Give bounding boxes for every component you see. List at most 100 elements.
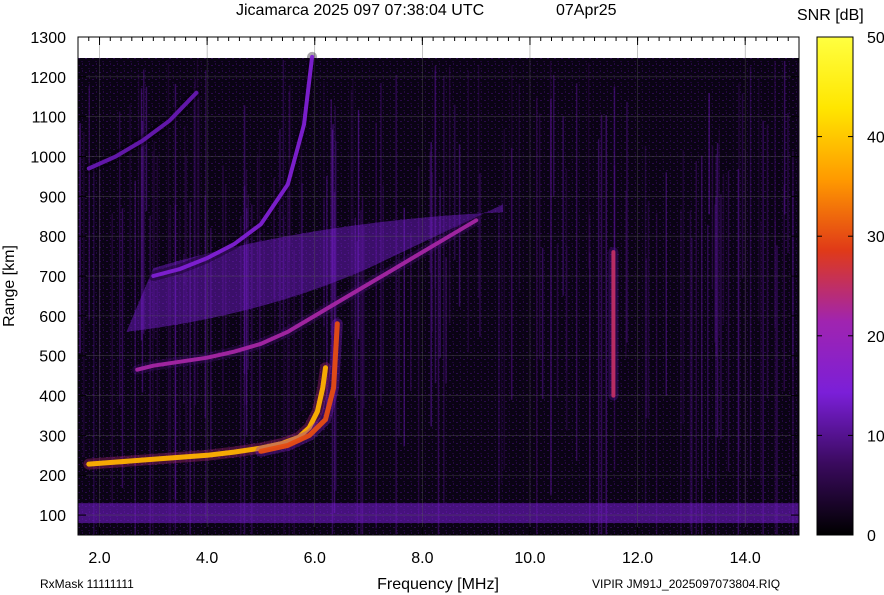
noise-column (689, 210, 692, 530)
y-tick-label: 800 (39, 229, 66, 246)
noise-column (375, 122, 377, 529)
noise-column (718, 128, 720, 336)
colorbar-tick-label: 50 (867, 30, 884, 47)
noise-column (707, 224, 709, 479)
ionogram-figure: Jicamarca 2025 097 07:38:04 UTC 07Apr25 … (1, 2, 884, 593)
noise-column (701, 155, 703, 535)
noise-column (760, 220, 762, 485)
noise-column (152, 150, 154, 535)
y-tick-label: 1300 (30, 30, 66, 47)
noise-column (79, 123, 81, 354)
colorbar-tick-label: 10 (867, 428, 884, 445)
echo-region (78, 503, 799, 524)
colorbar-label: SNR [dB] (797, 7, 864, 24)
x-tick-label: 6.0 (304, 550, 326, 567)
y-tick-label: 900 (39, 189, 66, 206)
noise-column (553, 74, 555, 197)
noise-column (749, 66, 752, 479)
noise-column (776, 245, 778, 535)
noise-column (645, 258, 648, 419)
noise-column (758, 77, 760, 322)
x-tick-label: 10.0 (514, 550, 545, 567)
noise-column (430, 142, 432, 427)
colorbar-tick-label: 30 (867, 229, 884, 246)
plot-area: 2.0 4.0 6.0 8.0 10.0 12.0 14.0 100 200 300 400 500 6… (30, 30, 800, 567)
y-axis-label: Range [km] (1, 245, 18, 327)
noise-column (792, 191, 794, 366)
noise-column (556, 243, 559, 398)
noise-column (88, 86, 90, 320)
noise-column (149, 215, 151, 535)
noise-column (575, 83, 578, 462)
noise-column (655, 212, 658, 535)
noise-column (503, 129, 506, 470)
y-tick-label: 100 (39, 508, 66, 525)
noise-column (445, 257, 447, 384)
noise-column (134, 180, 136, 535)
noise-column (541, 247, 544, 400)
noise-column (83, 132, 85, 457)
noise-column (330, 99, 332, 336)
noise-column (129, 104, 131, 279)
noise-column (626, 101, 628, 343)
noise-column (711, 146, 714, 290)
noise-column (245, 208, 248, 435)
colorbar-tick-label: 40 (867, 130, 884, 147)
noise-column (605, 115, 607, 535)
noise-column (691, 237, 693, 535)
noise-column (647, 201, 650, 419)
noise-column (766, 125, 769, 399)
noise-column (443, 75, 445, 504)
file-label: VIPIR JM91J_2025097073804.RIQ (592, 577, 780, 591)
noise-column (357, 109, 360, 339)
y-tick-label: 600 (39, 309, 66, 326)
noise-column (477, 64, 480, 299)
x-tick-label: 8.0 (411, 550, 433, 567)
noise-column (439, 186, 441, 358)
x-tick-label: 14.0 (730, 550, 761, 567)
noise-column (715, 196, 717, 535)
y-tick-label: 400 (39, 389, 66, 406)
x-axis-label: Frequency [MHz] (377, 576, 499, 593)
noise-column (682, 150, 684, 424)
noise-column (178, 210, 181, 453)
y-tick-label: 300 (39, 428, 66, 445)
noise-column (783, 184, 785, 392)
chart-title: Jicamarca 2025 097 07:38:04 UTC (236, 2, 484, 19)
noise-column (680, 209, 682, 535)
noise-column (395, 75, 397, 535)
noise-column (741, 93, 744, 279)
noise-column (774, 61, 776, 328)
colorbar-tick-label: 0 (867, 528, 876, 545)
noise-column (727, 170, 730, 472)
noise-column (738, 83, 740, 453)
noise-column (141, 121, 144, 393)
x-tick-label: 2.0 (88, 550, 110, 567)
noise-column (665, 172, 667, 396)
noise-column (716, 143, 719, 438)
noise-column (787, 112, 789, 254)
noise-column (382, 184, 384, 394)
y-tick-label: 500 (39, 349, 66, 366)
y-tick-label: 1100 (32, 110, 67, 127)
rxmask-label: RxMask 11111111 (40, 577, 134, 591)
noise-column (189, 201, 191, 535)
noise-column (695, 161, 697, 535)
y-tick-label: 1200 (30, 70, 66, 87)
noise-column (479, 173, 481, 337)
noise-column (448, 67, 451, 324)
noise-column (93, 167, 95, 535)
noise-column (437, 241, 440, 535)
colorbar-tick-label: 20 (867, 329, 884, 346)
noise-column (169, 205, 172, 535)
colorbar-scale (816, 36, 854, 536)
noise-column (565, 168, 568, 371)
noise-column (536, 97, 538, 535)
noise-column (720, 194, 722, 440)
noise-column (518, 83, 520, 293)
chart-date: 07Apr25 (556, 2, 617, 19)
noise-column (511, 65, 513, 399)
noise-column (467, 70, 470, 353)
noise-column (600, 114, 603, 535)
colorbar: SNR [dB] 0 10 20 30 40 50 (797, 7, 884, 545)
